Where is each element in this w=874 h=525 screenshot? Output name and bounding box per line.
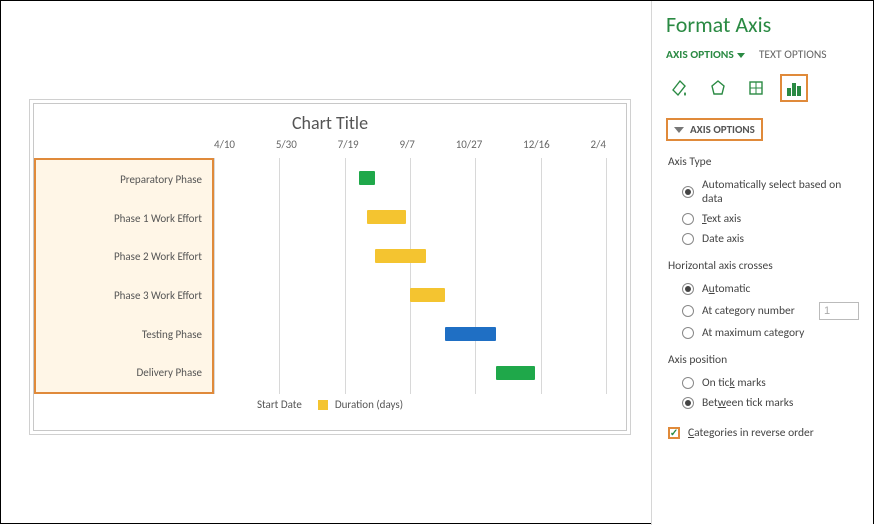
radio-icon xyxy=(682,283,694,295)
chart-outer-frame[interactable]: Chart Title 4/10 5/30 7/19 9/7 10/27 12/… xyxy=(29,99,631,435)
chart-legend[interactable]: Start Date Duration (days) xyxy=(34,394,626,415)
pane-title: Format Axis xyxy=(666,11,859,38)
category-label: Preparatory Phase xyxy=(36,160,212,199)
tab-text-options[interactable]: TEXT OPTIONS xyxy=(759,48,827,62)
grid-area xyxy=(214,158,606,394)
axis-options-icon[interactable] xyxy=(780,74,808,102)
data-bar[interactable] xyxy=(375,249,426,263)
data-bar[interactable] xyxy=(367,210,406,224)
radio-icon xyxy=(682,397,694,409)
x-axis-ticks: 4/10 5/30 7/19 9/7 10/27 12/16 2/4 xyxy=(34,138,626,158)
radio-auto-select[interactable]: Automatically select based on data xyxy=(666,175,859,209)
x-tick: 5/30 xyxy=(276,138,297,158)
dropdown-icon[interactable] xyxy=(737,53,745,58)
axis-position-group: Axis position On tick marks Between tick… xyxy=(666,353,859,413)
category-label: Testing Phase xyxy=(36,315,212,354)
data-bar[interactable] xyxy=(359,171,375,185)
size-properties-icon[interactable] xyxy=(742,74,770,102)
radio-icon xyxy=(682,377,694,389)
x-tick: 10/27 xyxy=(456,138,483,158)
group-label: Axis position xyxy=(668,353,859,367)
radio-on-tick[interactable]: On tick marks xyxy=(666,373,859,393)
radio-icon xyxy=(682,327,694,339)
axis-type-group: Axis Type Automatically select based on … xyxy=(666,155,859,249)
category-number-input[interactable] xyxy=(819,302,859,320)
radio-between-tick[interactable]: Between tick marks xyxy=(666,393,859,413)
checkbox-icon xyxy=(668,427,680,439)
group-label: Axis Type xyxy=(668,155,859,169)
data-bar[interactable] xyxy=(496,366,535,380)
radio-crosses-auto[interactable]: Automatic xyxy=(666,279,859,299)
category-label: Phase 3 Work Effort xyxy=(36,276,212,315)
chart-title[interactable]: Chart Title xyxy=(34,104,626,138)
effects-icon[interactable] xyxy=(704,74,732,102)
pane-tabs: AXIS OPTIONS TEXT OPTIONS xyxy=(666,48,859,62)
x-tick: 9/7 xyxy=(399,138,414,158)
x-tick: 7/19 xyxy=(338,138,359,158)
radio-icon xyxy=(682,213,694,225)
group-label: Horizontal axis crosses xyxy=(668,259,859,273)
category-label: Phase 2 Work Effort xyxy=(36,237,212,276)
plot-area[interactable]: Preparatory Phase Phase 1 Work Effort Ph… xyxy=(34,158,606,394)
category-label: Delivery Phase xyxy=(36,353,212,392)
pane-icon-row xyxy=(666,74,859,102)
radio-crosses-max[interactable]: At maximum category xyxy=(666,323,859,343)
radio-icon xyxy=(682,233,694,245)
radio-text-axis[interactable]: Text axis xyxy=(666,209,859,229)
legend-swatch-icon xyxy=(318,400,328,410)
x-tick: 4/10 xyxy=(214,138,235,158)
radio-icon xyxy=(682,305,694,317)
category-label: Phase 1 Work Effort xyxy=(36,199,212,238)
checkbox-reverse-order[interactable]: Categories in reverse order xyxy=(666,423,859,443)
collapse-icon xyxy=(674,127,684,133)
legend-item-label: Duration (days) xyxy=(335,398,403,411)
fill-line-icon[interactable] xyxy=(666,74,694,102)
radio-crosses-category[interactable]: At category number xyxy=(666,299,859,323)
crosses-group: Horizontal axis crosses Automatic At cat… xyxy=(666,259,859,343)
radio-icon xyxy=(682,186,694,198)
tab-axis-options[interactable]: AXIS OPTIONS xyxy=(666,48,745,62)
legend-item-label: Start Date xyxy=(257,398,302,411)
data-bar[interactable] xyxy=(445,327,496,341)
axis-options-section-toggle[interactable]: AXIS OPTIONS xyxy=(666,118,763,141)
radio-date-axis[interactable]: Date axis xyxy=(666,229,859,249)
data-bar[interactable] xyxy=(410,288,445,302)
x-tick: 12/16 xyxy=(523,138,550,158)
chart-object[interactable]: Chart Title 4/10 5/30 7/19 9/7 10/27 12/… xyxy=(33,103,627,431)
category-axis-selected[interactable]: Preparatory Phase Phase 1 Work Effort Ph… xyxy=(34,158,214,394)
format-axis-pane: Format Axis AXIS OPTIONS TEXT OPTIONS AX… xyxy=(651,1,873,525)
x-tick: 2/4 xyxy=(591,138,606,158)
